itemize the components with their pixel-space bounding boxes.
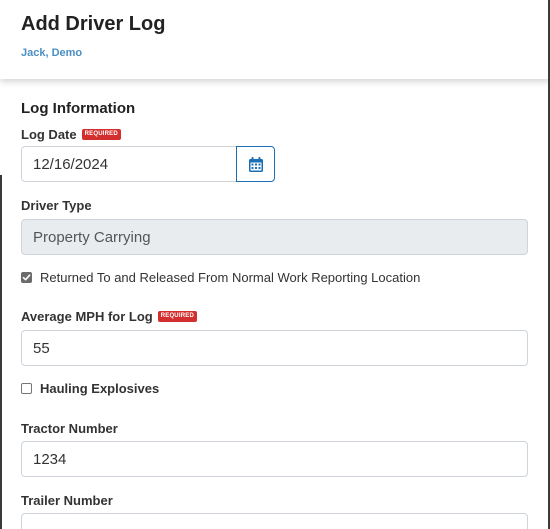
modal-panel: Add Driver Log Jack, Demo Log Informatio… [0, 0, 550, 529]
section-title: Log Information [21, 100, 136, 117]
log-date-label: Log Date REQUIRED [21, 127, 121, 142]
calendar-icon [248, 156, 263, 172]
driver-type-label: Driver Type [21, 198, 92, 213]
log-date-label-text: Log Date [21, 127, 77, 142]
driver-type-field: Property Carrying [21, 219, 528, 255]
tractor-number-label: Tractor Number [21, 421, 118, 436]
check-icon [22, 274, 31, 281]
calendar-button[interactable] [236, 146, 275, 182]
returned-checkbox-row[interactable]: Returned To and Released From Normal Wor… [21, 270, 420, 285]
page-title: Add Driver Log [21, 13, 166, 35]
returned-checkbox[interactable] [21, 272, 32, 283]
required-badge: REQUIRED [81, 129, 121, 140]
backdrop-edge-left [0, 175, 2, 529]
tractor-number-input[interactable]: 1234 [21, 441, 528, 477]
hauling-checkbox[interactable] [21, 383, 32, 394]
driver-name: Jack, Demo [21, 47, 83, 59]
returned-checkbox-label: Returned To and Released From Normal Wor… [40, 270, 421, 285]
avg-mph-input[interactable]: 55 [21, 330, 528, 366]
trailer-number-input[interactable] [21, 513, 528, 529]
required-badge: REQUIRED [157, 311, 197, 322]
avg-mph-label: Average MPH for Log REQUIRED [21, 309, 197, 324]
avg-mph-label-text: Average MPH for Log [21, 309, 153, 324]
hauling-checkbox-row[interactable]: Hauling Explosives [21, 381, 159, 396]
trailer-number-label: Trailer Number [21, 493, 113, 508]
modal-header: Add Driver Log Jack, Demo [0, 0, 550, 79]
hauling-checkbox-label: Hauling Explosives [40, 381, 160, 396]
log-date-input[interactable]: 12/16/2024 [21, 146, 237, 182]
